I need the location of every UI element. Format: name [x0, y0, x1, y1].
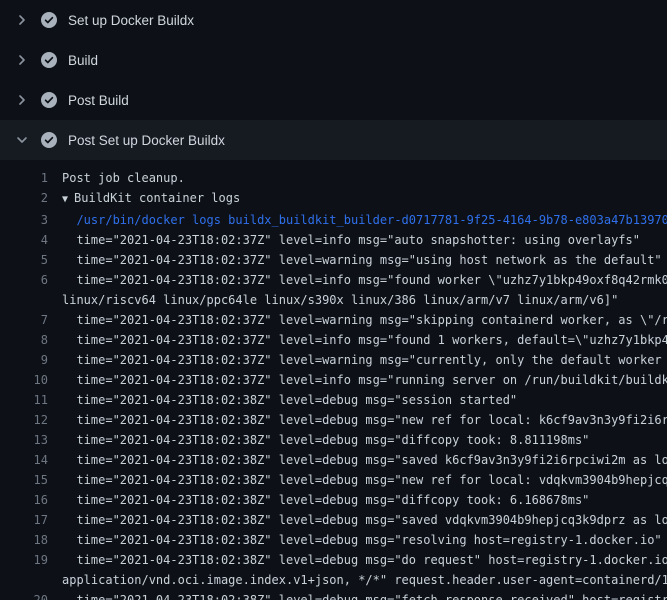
log-line-number[interactable]: 5 [0, 250, 48, 270]
log-line-text: time="2021-04-23T18:02:37Z" level=info m… [62, 230, 640, 250]
step-label: Post Set up Docker Buildx [68, 133, 225, 148]
log-line-number[interactable]: 7 [0, 310, 48, 330]
log-line-number[interactable]: 3 [0, 210, 48, 230]
log-line-number[interactable]: 8 [0, 330, 48, 350]
log-line-number[interactable]: 11 [0, 390, 48, 410]
log-line-text: BuildKit container logs [74, 188, 240, 208]
log-line-number[interactable]: 17 [0, 510, 48, 530]
log-line-text: time="2021-04-23T18:02:38Z" level=debug … [62, 410, 667, 430]
log-line: 18 time="2021-04-23T18:02:38Z" level=deb… [0, 530, 667, 550]
log-line-number[interactable]: 13 [0, 430, 48, 450]
log-line-text: time="2021-04-23T18:02:38Z" level=debug … [62, 490, 589, 510]
log-line: 8 time="2021-04-23T18:02:37Z" level=info… [0, 330, 667, 350]
step-label: Set up Docker Buildx [68, 13, 194, 28]
log-group-caret-icon[interactable]: ▼ [62, 190, 68, 210]
step-list: Set up Docker Buildx Build Post Buil [0, 0, 667, 160]
log-line-text: time="2021-04-23T18:02:38Z" level=debug … [62, 450, 667, 470]
log-line-text: time="2021-04-23T18:02:37Z" level=info m… [62, 370, 667, 390]
log-line: application/vnd.oci.image.index.v1+json,… [0, 570, 667, 590]
log-line-number[interactable]: 20 [0, 590, 48, 600]
chevron-right-icon[interactable] [14, 132, 30, 148]
log-line-text: Post job cleanup. [62, 168, 185, 188]
log-line-text: time="2021-04-23T18:02:38Z" level=debug … [62, 430, 589, 450]
step-label: Post Build [68, 93, 129, 108]
log-line: 6 time="2021-04-23T18:02:37Z" level=info… [0, 270, 667, 290]
check-circle-icon [41, 12, 57, 28]
log-line-number[interactable]: 18 [0, 530, 48, 550]
log-line-number[interactable]: 9 [0, 350, 48, 370]
log-line-text: time="2021-04-23T18:02:38Z" level=debug … [62, 390, 517, 410]
log-line: 4 time="2021-04-23T18:02:37Z" level=info… [0, 230, 667, 250]
log-line-number[interactable]: 15 [0, 470, 48, 490]
check-circle-icon [41, 92, 57, 108]
step-header[interactable]: Build [0, 40, 667, 80]
log-line-number[interactable]: 1 [0, 168, 48, 188]
log-line-text: /usr/bin/docker logs buildx_buildkit_bui… [62, 210, 667, 230]
log-line-text: time="2021-04-23T18:02:37Z" level=warnin… [62, 310, 667, 330]
log-line-text: time="2021-04-23T18:02:38Z" level=debug … [62, 590, 667, 600]
log-line: 12 time="2021-04-23T18:02:38Z" level=deb… [0, 410, 667, 430]
step-label: Build [68, 53, 98, 68]
log-line: 9 time="2021-04-23T18:02:37Z" level=warn… [0, 350, 667, 370]
chevron-right-icon[interactable] [14, 12, 30, 28]
log-line-number[interactable]: 12 [0, 410, 48, 430]
log-line: 3 /usr/bin/docker logs buildx_buildkit_b… [0, 210, 667, 230]
log-line: 11 time="2021-04-23T18:02:38Z" level=deb… [0, 390, 667, 410]
log-line: 10 time="2021-04-23T18:02:37Z" level=inf… [0, 370, 667, 390]
log-line: 17 time="2021-04-23T18:02:38Z" level=deb… [0, 510, 667, 530]
log-line-text: application/vnd.oci.image.index.v1+json,… [62, 570, 667, 590]
log-line-number[interactable]: 16 [0, 490, 48, 510]
log-line-number[interactable]: 2 [0, 188, 48, 208]
log-line-text: time="2021-04-23T18:02:38Z" level=debug … [62, 470, 667, 490]
log-line: 20 time="2021-04-23T18:02:38Z" level=deb… [0, 590, 667, 600]
step-header[interactable]: Set up Docker Buildx [0, 0, 667, 40]
actions-log-viewer: Set up Docker Buildx Build Post Buil [0, 0, 667, 600]
log-line-text: time="2021-04-23T18:02:38Z" level=debug … [62, 550, 667, 570]
chevron-right-icon[interactable] [14, 92, 30, 108]
log-line-text: time="2021-04-23T18:02:38Z" level=debug … [62, 530, 662, 550]
log-line: 2 ▼ BuildKit container logs [0, 188, 667, 210]
log-line-text: time="2021-04-23T18:02:37Z" level=info m… [62, 270, 667, 290]
log-line: 15 time="2021-04-23T18:02:38Z" level=deb… [0, 470, 667, 490]
step-header[interactable]: Post Set up Docker Buildx [0, 120, 667, 160]
log-line-number[interactable]: 6 [0, 270, 48, 290]
log-line: 5 time="2021-04-23T18:02:37Z" level=warn… [0, 250, 667, 270]
log-line-text: linux/riscv64 linux/ppc64le linux/s390x … [62, 290, 618, 310]
log-line-number[interactable]: 19 [0, 550, 48, 570]
log-line-number[interactable]: 4 [0, 230, 48, 250]
log-line-text: time="2021-04-23T18:02:38Z" level=debug … [62, 510, 667, 530]
log-line: 1 Post job cleanup. [0, 168, 667, 188]
log-line-text: time="2021-04-23T18:02:37Z" level=warnin… [62, 350, 667, 370]
log-line-number[interactable]: 10 [0, 370, 48, 390]
log-line-number[interactable]: 14 [0, 450, 48, 470]
check-circle-icon [41, 132, 57, 148]
log-line-text: time="2021-04-23T18:02:37Z" level=warnin… [62, 250, 662, 270]
log-line: 7 time="2021-04-23T18:02:37Z" level=warn… [0, 310, 667, 330]
chevron-right-icon[interactable] [14, 52, 30, 68]
log-line: 19 time="2021-04-23T18:02:38Z" level=deb… [0, 550, 667, 570]
check-circle-icon [41, 52, 57, 68]
log-line: linux/riscv64 linux/ppc64le linux/s390x … [0, 290, 667, 310]
log-line: 14 time="2021-04-23T18:02:38Z" level=deb… [0, 450, 667, 470]
log-output: 1 Post job cleanup. 2 ▼ BuildKit contain… [0, 160, 667, 600]
log-line: 16 time="2021-04-23T18:02:38Z" level=deb… [0, 490, 667, 510]
step-header[interactable]: Post Build [0, 80, 667, 120]
log-line-text: time="2021-04-23T18:02:37Z" level=info m… [62, 330, 667, 350]
log-line: 13 time="2021-04-23T18:02:38Z" level=deb… [0, 430, 667, 450]
